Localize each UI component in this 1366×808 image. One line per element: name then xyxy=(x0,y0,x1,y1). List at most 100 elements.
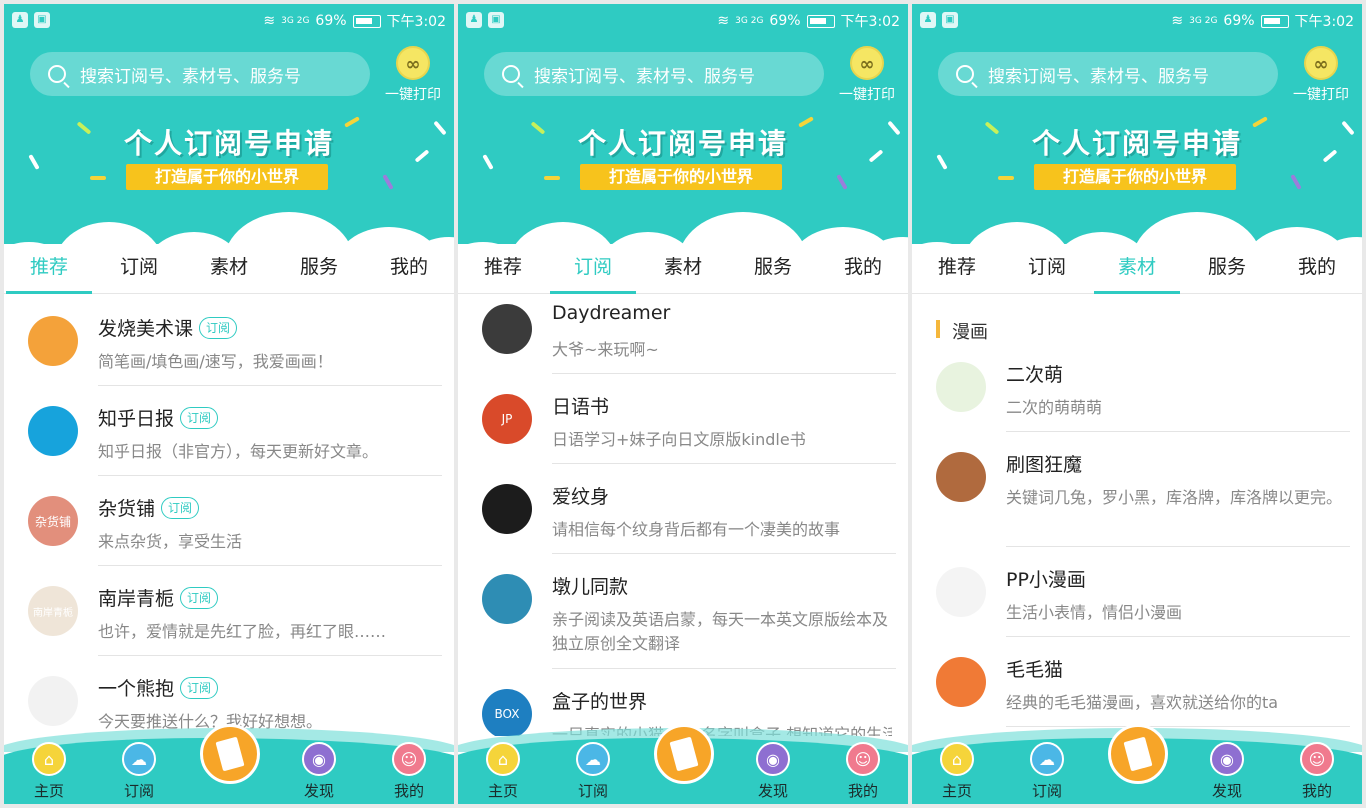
tab-3[interactable]: 服务 xyxy=(1182,244,1272,293)
item-name: 爱纹身 xyxy=(552,486,610,508)
message-notification-icon: ▣ xyxy=(488,12,504,28)
list-item[interactable]: 爱纹身 请相信每个纹身背后都有一个凄美的故事 xyxy=(458,464,908,554)
banner-title: 个人订阅号申请 xyxy=(577,127,788,160)
search-icon xyxy=(48,65,66,83)
list-item[interactable]: 刷图狂魔 关键词几兔，罗小黑，库洛牌，库洛牌以更完。 xyxy=(912,432,1362,547)
avatar xyxy=(936,567,986,617)
cloud-icon: ☁ xyxy=(576,742,610,776)
item-title: 墩儿同款 xyxy=(552,572,628,599)
search-placeholder: 搜索订阅号、素材号、服务号 xyxy=(988,66,1209,87)
item-name: Daydreamer xyxy=(552,302,671,324)
document-icon xyxy=(215,736,245,772)
confetti-shape xyxy=(382,174,394,190)
tab-0[interactable]: 推荐 xyxy=(458,244,548,293)
battery-icon xyxy=(352,14,381,28)
tab-2[interactable]: 素材 xyxy=(1092,244,1182,294)
tab-1[interactable]: 订阅 xyxy=(1002,244,1092,293)
list-item[interactable]: PP小漫画 生活小表情，情侣小漫画 xyxy=(912,547,1362,637)
tab-4[interactable]: 我的 xyxy=(364,244,454,293)
nav-item-3[interactable]: ☺ 我的 xyxy=(379,742,439,801)
avatar xyxy=(482,304,532,354)
subscribe-badge[interactable]: 订阅 xyxy=(180,406,219,429)
link-icon: ∞ xyxy=(850,46,884,80)
nav-item-2[interactable]: ◉ 发现 xyxy=(743,742,803,801)
one-click-print-button[interactable]: ∞ 一键打印 xyxy=(380,46,446,104)
status-bar-right: ≋ 3G 2G 69% 下午3:02 xyxy=(717,11,900,31)
avatar-text: 南岸青栀 xyxy=(33,607,73,619)
list-item[interactable]: JP 日语书 日语学习+妹子向日文原版kindle书 xyxy=(458,374,908,464)
tab-0[interactable]: 推荐 xyxy=(4,244,94,294)
link-icon: ∞ xyxy=(1304,46,1338,80)
list-item[interactable]: Daydreamer 大爷~来玩啊~ xyxy=(458,296,908,374)
tab-1[interactable]: 订阅 xyxy=(94,244,184,293)
tab-4[interactable]: 我的 xyxy=(1272,244,1362,293)
list-item[interactable]: 毛毛猫 经典的毛毛猫漫画，喜欢就送给你的ta xyxy=(912,637,1362,727)
bottom-navigation: ⌂ 主页 ☁ 订阅 ◉ 发现 ☺ 我的 xyxy=(912,724,1362,804)
nav-item-1[interactable]: ☁ 订阅 xyxy=(109,742,169,801)
bottom-navigation: ⌂ 主页 ☁ 订阅 ◉ 发现 ☺ 我的 xyxy=(4,724,454,804)
item-description: 二次的萌萌萌 xyxy=(1006,398,1103,417)
subscribe-badge[interactable]: 订阅 xyxy=(161,496,200,519)
eye-icon: ◉ xyxy=(302,742,336,776)
print-center-button[interactable] xyxy=(654,724,714,784)
battery-icon xyxy=(1260,14,1289,28)
subscribe-badge[interactable]: 订阅 xyxy=(180,676,219,699)
one-click-print-button[interactable]: ∞ 一键打印 xyxy=(834,46,900,104)
nav-item-1[interactable]: ☁ 订阅 xyxy=(563,742,623,801)
item-title: Daydreamer xyxy=(552,302,670,324)
tab-4[interactable]: 我的 xyxy=(818,244,908,293)
search-input[interactable]: 搜索订阅号、素材号、服务号 xyxy=(938,52,1278,96)
battery-percent: 69% xyxy=(769,13,801,29)
cloud-shape xyxy=(1132,212,1262,244)
tab-3[interactable]: 服务 xyxy=(274,244,364,293)
account-list: 发烧美术课 订阅 简笔画/填色画/速写，我爱画画！ 知乎日报 订阅 知乎日报（非官方），每… xyxy=(4,296,454,736)
nav-item-1[interactable]: ☁ 订阅 xyxy=(1017,742,1077,801)
wifi-icon: ≋ xyxy=(717,13,730,29)
cloud-shape xyxy=(224,212,354,244)
nav-item-2[interactable]: ◉ 发现 xyxy=(1197,742,1257,801)
wifi-icon: ≋ xyxy=(263,13,276,29)
item-title: 二次萌 xyxy=(1006,360,1063,387)
list-item[interactable]: 杂货铺 杂货铺 订阅 来点杂货，享受生活 xyxy=(4,476,454,566)
bottom-navigation: ⌂ 主页 ☁ 订阅 ◉ 发现 ☺ 我的 xyxy=(458,724,908,804)
avatar xyxy=(936,362,986,412)
print-center-button[interactable] xyxy=(200,724,260,784)
phone-screen: ♟ ▣ ≋ 3G 2G 69% 下午3:02 搜索订阅号、素材号、服务号 ∞ 一键打印 个人订阅号… xyxy=(458,4,908,804)
list-item[interactable]: 知乎日报 订阅 知乎日报（非官方），每天更新好文章。 xyxy=(4,386,454,476)
search-placeholder: 搜索订阅号、素材号、服务号 xyxy=(80,66,301,87)
tab-2[interactable]: 素材 xyxy=(184,244,274,293)
list-item[interactable]: 发烧美术课 订阅 简笔画/填色画/速写，我爱画画！ xyxy=(4,296,454,386)
subscribe-badge[interactable]: 订阅 xyxy=(199,316,238,339)
phone-screen: ♟ ▣ ≋ 3G 2G 69% 下午3:02 搜索订阅号、素材号、服务号 ∞ 一键打印 个人订阅号… xyxy=(4,4,454,804)
tab-2[interactable]: 素材 xyxy=(638,244,728,293)
list-item[interactable]: 墩儿同款 亲子阅读及英语启蒙，每天一本英文原版绘本及独立原创全文翻译 xyxy=(458,554,908,669)
item-name: 一个熊抱 xyxy=(98,678,175,700)
nav-item-2[interactable]: ◉ 发现 xyxy=(289,742,349,801)
battery-percent: 69% xyxy=(315,13,347,29)
avatar xyxy=(28,676,78,726)
print-center-button[interactable] xyxy=(1108,724,1168,784)
signal-icon: 3G 2G xyxy=(735,15,764,26)
search-input[interactable]: 搜索订阅号、素材号、服务号 xyxy=(30,52,370,96)
avatar: 杂货铺 xyxy=(28,496,78,546)
nav-item-0[interactable]: ⌂ 主页 xyxy=(927,742,987,801)
nav-item-0[interactable]: ⌂ 主页 xyxy=(19,742,79,801)
confetti-shape xyxy=(998,176,1014,180)
search-input[interactable]: 搜索订阅号、素材号、服务号 xyxy=(484,52,824,96)
nav-label: 主页 xyxy=(941,782,972,800)
tab-3[interactable]: 服务 xyxy=(728,244,818,293)
nav-item-3[interactable]: ☺ 我的 xyxy=(1287,742,1347,801)
tab-1[interactable]: 订阅 xyxy=(548,244,638,294)
list-item[interactable]: 二次萌 二次的萌萌萌 xyxy=(912,342,1362,432)
item-description: 也许，爱情就是先红了脸，再红了眼…… xyxy=(98,622,387,641)
eye-icon: ◉ xyxy=(756,742,790,776)
nav-item-0[interactable]: ⌂ 主页 xyxy=(473,742,533,801)
subscribe-badge[interactable]: 订阅 xyxy=(180,586,219,609)
one-click-print-button[interactable]: ∞ 一键打印 xyxy=(1288,46,1354,104)
tab-0[interactable]: 推荐 xyxy=(912,244,1002,293)
nav-item-3[interactable]: ☺ 我的 xyxy=(833,742,893,801)
item-title: 知乎日报 订阅 xyxy=(98,404,219,431)
banner-subtitle: 打造属于你的小世界 xyxy=(126,164,328,190)
message-notification-icon: ▣ xyxy=(34,12,50,28)
list-item[interactable]: 南岸青栀 南岸青栀 订阅 也许，爱情就是先红了脸，再红了眼…… xyxy=(4,566,454,656)
